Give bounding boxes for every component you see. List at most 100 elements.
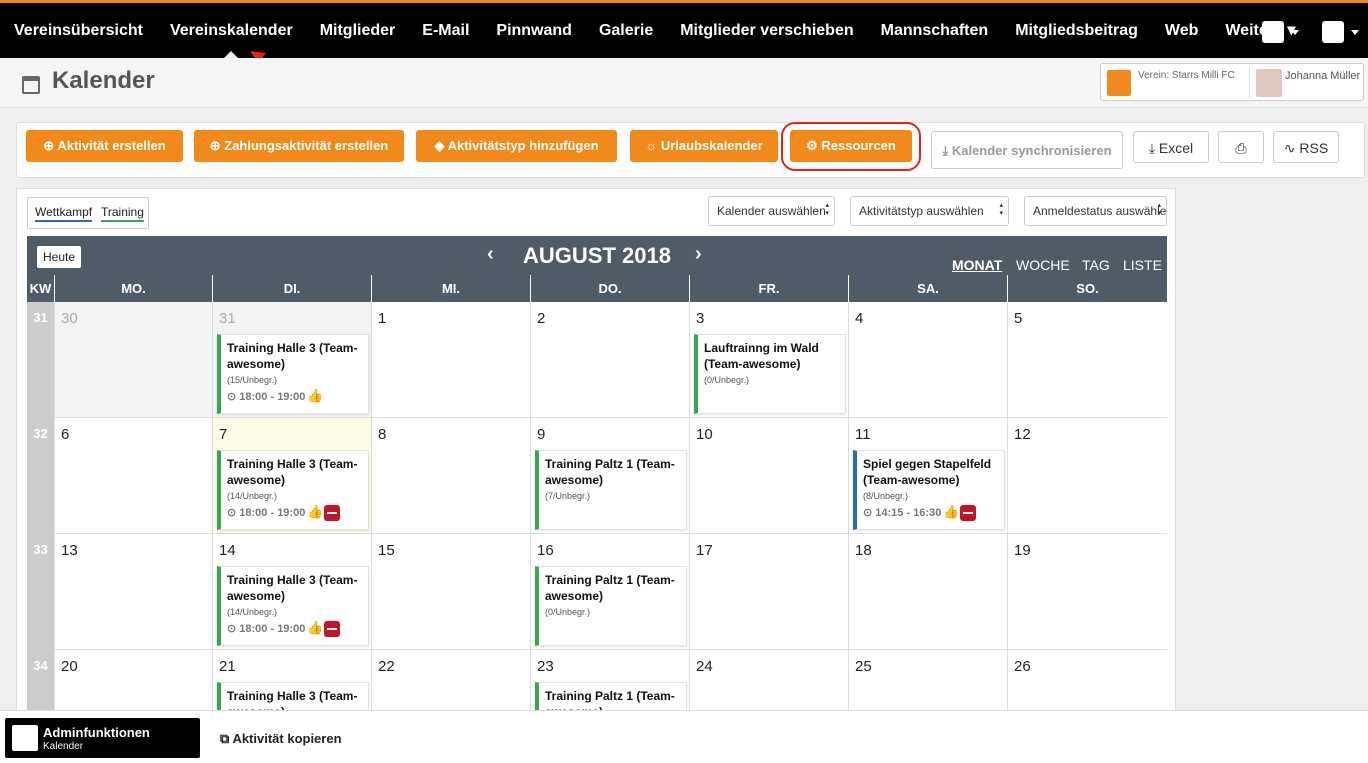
clock-icon: ⊙: [227, 623, 240, 635]
day-cell[interactable]: 2: [530, 302, 689, 418]
create-activity-label: Aktivität erstellen: [57, 138, 166, 153]
calendar-select[interactable]: Kalender auswählen: [708, 196, 835, 226]
admin-functions-button[interactable]: Adminfunktionen Kalender: [5, 718, 200, 758]
annotation-highlight: [781, 122, 921, 171]
event-attendance: (7/Unbegr.): [545, 491, 591, 501]
day-cell[interactable]: 21 Training Halle 3 (Team-awesome): [212, 650, 371, 712]
week-number: 33: [27, 534, 54, 650]
thumbs-up-icon[interactable]: 👍: [943, 504, 959, 520]
create-payment-activity-button[interactable]: ⊕ Zahlungsaktivität erstellen: [194, 130, 404, 162]
day-cell[interactable]: 6: [54, 418, 212, 534]
club-icon: [1107, 70, 1131, 96]
event-card[interactable]: Training Halle 3 (Team-awesome) (15/Unbeg…: [217, 334, 369, 414]
day-cell[interactable]: 30: [54, 302, 212, 418]
event-card[interactable]: Training Paltz 1 (Team-awesome) (0/Unbegr…: [535, 566, 687, 646]
day-cell[interactable]: 9 Training Paltz 1 (Team-awesome) (7/Unbeg…: [530, 418, 689, 534]
day-cell[interactable]: 1: [371, 302, 530, 418]
day-cell[interactable]: 5: [1007, 302, 1167, 418]
club-user-box[interactable]: Verein: Starrs Milli FC Johanna Müller: [1100, 63, 1364, 101]
day-cell[interactable]: 13: [54, 534, 212, 650]
event-card[interactable]: Lauftrainng im Wald (Team-awesome) (0/Unb…: [694, 334, 846, 414]
add-activity-type-label: Aktivitätstyp hinzufügen: [447, 138, 599, 153]
day-cell[interactable]: 4: [848, 302, 1007, 418]
thumbs-up-icon[interactable]: 👍: [307, 620, 323, 636]
day-cell[interactable]: 10: [689, 418, 848, 534]
day-cell[interactable]: 24: [689, 650, 848, 712]
view-month[interactable]: MONAT: [952, 257, 1002, 273]
day-cell[interactable]: 23 Training Paltz 1 (Team-awesome): [530, 650, 689, 712]
day-number: 4: [855, 310, 864, 327]
day-number: 7: [219, 426, 228, 443]
next-month-button[interactable]: ›: [695, 243, 702, 266]
page-title: Kalender: [52, 67, 155, 94]
event-title: Training Halle 3 (Team-awesome): [227, 457, 358, 487]
sync-calendar-label: Kalender synchronisieren: [951, 143, 1112, 158]
day-cell[interactable]: 12: [1007, 418, 1167, 534]
day-cell[interactable]: 25: [848, 650, 1007, 712]
vacation-calendar-button[interactable]: ☼ Urlaubskalender: [630, 130, 778, 162]
legend-training[interactable]: Training: [101, 205, 144, 222]
weekday-tue: DI.: [212, 275, 371, 302]
weekday-mon: MO.: [54, 275, 212, 302]
day-cell[interactable]: 19: [1007, 534, 1167, 650]
event-card[interactable]: Training Halle 3 (Team-awesome) (14/Unbeg…: [217, 566, 369, 646]
event-card[interactable]: Spiel gegen Stapelfeld (Team-awesome) (8/…: [853, 450, 1005, 530]
prev-month-button[interactable]: ‹: [487, 243, 494, 266]
decline-icon[interactable]: [323, 621, 340, 638]
weekday-fri: FR.: [689, 275, 848, 302]
add-activity-type-button[interactable]: ◆ Aktivitätstyp hinzufügen: [416, 130, 617, 162]
calendar-week-row: 32 6 7 Training Halle 3 (Team-awesome) (14/U…: [27, 418, 1167, 534]
event-card[interactable]: Training Paltz 1 (Team-awesome): [535, 682, 687, 712]
excel-button[interactable]: ⤓ Excel: [1133, 131, 1209, 163]
today-button[interactable]: Heute: [37, 246, 82, 268]
print-button[interactable]: ⎙: [1218, 131, 1264, 163]
create-activity-button[interactable]: ⊕ Aktivität erstellen: [26, 130, 183, 162]
day-number: 23: [537, 658, 554, 675]
user-name[interactable]: Johanna Müller: [1285, 70, 1360, 82]
week-number: 34: [27, 650, 54, 712]
thumbs-up-icon[interactable]: 👍: [307, 388, 323, 404]
day-cell[interactable]: 18: [848, 534, 1007, 650]
legend-competition[interactable]: Wettkampf: [35, 205, 93, 222]
day-cell[interactable]: 15: [371, 534, 530, 650]
event-card[interactable]: Training Halle 3 (Team-awesome): [217, 682, 369, 712]
event-attendance: (15/Unbegr.): [227, 375, 278, 385]
copy-activity-label: Aktivität kopieren: [232, 731, 342, 746]
rss-button[interactable]: ∿ RSS: [1273, 131, 1339, 163]
day-cell[interactable]: 14 Training Halle 3 (Team-awesome) (14/Unb…: [212, 534, 371, 650]
status-select[interactable]: Anmeldestatus auswählen: [1024, 196, 1167, 226]
day-cell[interactable]: 17: [689, 534, 848, 650]
day-cell[interactable]: 8: [371, 418, 530, 534]
admin-icon: [12, 725, 38, 751]
event-title: Training Paltz 1 (Team-awesome): [545, 573, 675, 603]
event-time-row: ⊙ 14:15 - 16:30 👍: [863, 504, 998, 522]
day-cell[interactable]: 31 Training Halle 3 (Team-awesome) (15/Unb…: [212, 302, 371, 418]
decline-icon[interactable]: [323, 505, 340, 522]
event-title: Training Halle 3 (Team-awesome): [227, 341, 358, 371]
copy-icon: ⧉: [220, 731, 230, 746]
day-cell[interactable]: 20: [54, 650, 212, 712]
thumbs-up-icon[interactable]: 👍: [307, 504, 323, 520]
view-day[interactable]: TAG: [1082, 257, 1110, 273]
day-cell[interactable]: 22: [371, 650, 530, 712]
vacation-calendar-label: Urlaubskalender: [660, 138, 763, 153]
day-cell[interactable]: 7 Training Halle 3 (Team-awesome) (14/Unbe…: [212, 418, 371, 534]
view-week[interactable]: WOCHE: [1016, 257, 1070, 273]
day-cell[interactable]: 26: [1007, 650, 1167, 712]
club-name[interactable]: Verein: Starrs Milli FC: [1138, 70, 1235, 81]
day-cell[interactable]: 11 Spiel gegen Stapelfeld (Team-awesome) (…: [848, 418, 1007, 534]
day-cell[interactable]: 16 Training Paltz 1 (Team-awesome) (0/Unbe…: [530, 534, 689, 650]
day-cell[interactable]: 3 Lauftrainng im Wald (Team-awesome) (0/Un…: [689, 302, 848, 418]
view-list[interactable]: LISTE: [1123, 257, 1162, 273]
event-card[interactable]: Training Halle 3 (Team-awesome) (14/Unbeg…: [217, 450, 369, 530]
calendar-icon: [22, 76, 40, 94]
sync-calendar-button[interactable]: ⤓ Kalender synchronisieren: [931, 131, 1123, 169]
decline-icon[interactable]: [959, 505, 976, 522]
copy-activity-button[interactable]: ⧉ Aktivität kopieren: [220, 731, 342, 747]
print-icon: ⎙: [1235, 140, 1247, 156]
admin-subtitle: Kalender: [43, 741, 84, 752]
event-card[interactable]: Training Paltz 1 (Team-awesome) (7/Unbegr…: [535, 450, 687, 530]
day-number: 17: [696, 542, 713, 559]
event-title: Spiel gegen Stapelfeld (Team-awesome): [863, 457, 992, 487]
activity-type-select[interactable]: Aktivitätstyp auswählen: [850, 196, 1009, 226]
